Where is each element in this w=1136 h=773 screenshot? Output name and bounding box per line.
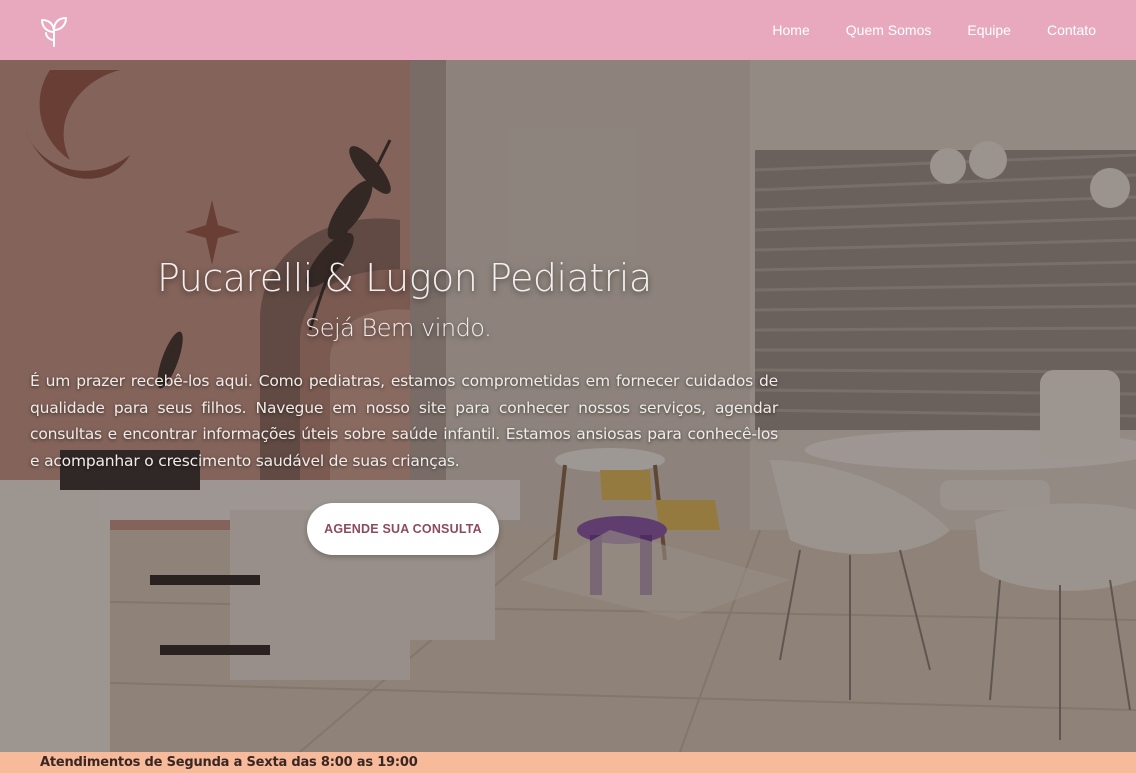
- hero-section: Pucarelli & Lugon Pediatria Sejá Bem vin…: [0, 60, 1136, 752]
- hero-description: É um prazer recebê-los aqui. Como pediat…: [30, 372, 778, 470]
- opening-hours-bar: Atendimentos de Segunda a Sexta das 8:00…: [0, 752, 1136, 773]
- opening-hours-text: Atendimentos de Segunda a Sexta das 8:00…: [40, 755, 418, 770]
- nav-link-equipe[interactable]: Equipe: [967, 22, 1011, 38]
- hero-subtitle: Sejá Bem vindo.: [305, 314, 492, 342]
- nav-link-quem-somos[interactable]: Quem Somos: [846, 22, 932, 38]
- schedule-appointment-button[interactable]: AGENDE SUA CONSULTA: [307, 503, 499, 555]
- nav-link-contato[interactable]: Contato: [1047, 22, 1096, 38]
- nav-link-home[interactable]: Home: [772, 22, 809, 38]
- sprout-icon[interactable]: [34, 10, 74, 50]
- top-navbar: Home Quem Somos Equipe Contato: [0, 0, 1136, 60]
- hero-title: Pucarelli & Lugon Pediatria: [157, 256, 652, 300]
- nav-menu: Home Quem Somos Equipe Contato: [772, 22, 1096, 38]
